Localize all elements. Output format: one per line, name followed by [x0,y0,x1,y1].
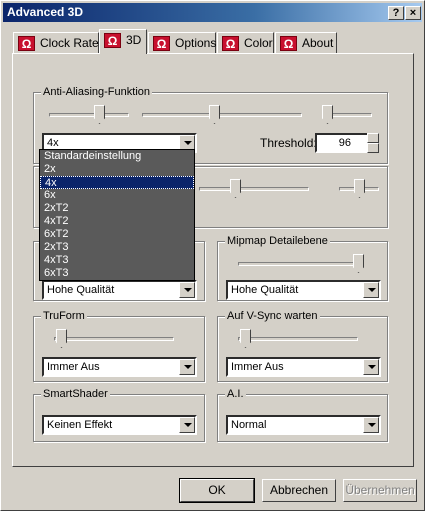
dropdown-option[interactable]: 4x [40,176,194,189]
mipmap-title: Mipmap Detailebene [225,234,330,248]
texture-slider-thumb[interactable] [230,179,241,198]
tab-options[interactable]: Ω Options [148,32,216,53]
aa-mode-dropdown-list[interactable]: Standardeinstellung 2x 4x 6x 2xT2 4xT2 6xT2 2xT… [39,149,195,281]
ai-group: A.I. Normal [217,387,388,442]
vsync-group: Auf V-Sync warten Immer Aus [217,309,388,382]
chevron-down-icon[interactable] [363,359,379,375]
dropdown-option[interactable]: 2xT2 [40,202,194,215]
ok-button[interactable]: OK [179,478,255,503]
truform-slider-thumb[interactable] [56,329,67,348]
dropdown-option[interactable]: 2xT3 [40,241,194,254]
mipmap-select[interactable]: Hohe Qualität [226,280,381,300]
antialiasing-title: Anti-Aliasing-Funktion [41,85,152,99]
tab-color[interactable]: Ω Color [217,32,274,53]
texture-quality-select[interactable]: Hohe Qualität [42,280,197,300]
chevron-down-icon[interactable] [363,282,379,298]
vsync-slider-thumb[interactable] [240,329,251,348]
threshold-input[interactable]: 96 [315,133,369,153]
vsync-title: Auf V-Sync warten [225,309,320,323]
dropdown-option[interactable]: 4xT3 [40,254,194,267]
dropdown-option[interactable]: 4xT2 [40,215,194,228]
aa-slider-2-thumb[interactable] [209,105,220,124]
chevron-down-icon[interactable] [179,359,195,375]
mipmap-slider-thumb[interactable] [353,254,364,273]
chevron-down-icon[interactable] [179,417,195,433]
truform-group: TruForm Immer Aus [33,309,205,382]
smartshader-select[interactable]: Keinen Effekt [42,415,197,435]
dropdown-option[interactable]: 6xT3 [40,267,194,280]
ai-select[interactable]: Normal [226,415,381,435]
ati-omega-icon: Ω [222,36,239,51]
ati-omega-icon: Ω [104,33,121,48]
spin-up-icon[interactable] [367,133,379,143]
apply-button[interactable]: Übernehmen [343,479,417,502]
aa-slider-1-thumb[interactable] [94,105,105,124]
chevron-down-icon[interactable] [363,417,379,433]
dropdown-option[interactable]: Standardeinstellung [40,150,194,163]
texture-slider-2-thumb[interactable] [354,179,365,198]
vsync-slider-track[interactable] [238,337,358,341]
dropdown-option[interactable]: 6x [40,189,194,202]
ati-omega-icon: Ω [280,36,297,51]
aa-slider-2-track[interactable] [142,113,302,117]
tab-clock-rate[interactable]: Ω Clock Rate [13,32,99,53]
close-button[interactable]: × [405,6,421,20]
truform-title: TruForm [41,309,87,323]
smartshader-group: SmartShader Keinen Effekt [33,387,205,442]
ai-title: A.I. [225,387,246,401]
help-button[interactable]: ? [388,6,404,20]
dropdown-option[interactable]: 2x [40,163,194,176]
aa-slider-3-thumb[interactable] [322,105,333,124]
title-bar[interactable]: Advanced 3D ? × [3,3,422,22]
smartshader-title: SmartShader [41,387,110,401]
advanced-3d-window: Advanced 3D ? × Ω Clock Rate Ω 3D Ω Options… [0,0,425,511]
tab-about[interactable]: Ω About [275,32,337,53]
spin-down-icon[interactable] [367,143,379,153]
vsync-select[interactable]: Immer Aus [226,357,381,377]
ati-omega-icon: Ω [18,36,35,51]
cancel-button[interactable]: Abbrechen [262,479,336,502]
threshold-label: Threshold: [260,136,317,150]
mipmap-group: Mipmap Detailebene Hohe Qualität [217,234,388,301]
mipmap-slider-track[interactable] [238,262,358,266]
ati-omega-icon: Ω [153,36,170,51]
truform-select[interactable]: Immer Aus [42,357,197,377]
aa-slider-1-track[interactable] [49,113,129,117]
texture-slider-track[interactable] [199,187,309,191]
chevron-down-icon[interactable] [179,282,195,298]
window-title: Advanced 3D [7,5,84,19]
dropdown-option[interactable]: 6xT2 [40,228,194,241]
tab-3d[interactable]: Ω 3D [99,29,147,54]
truform-slider-track[interactable] [54,337,174,341]
